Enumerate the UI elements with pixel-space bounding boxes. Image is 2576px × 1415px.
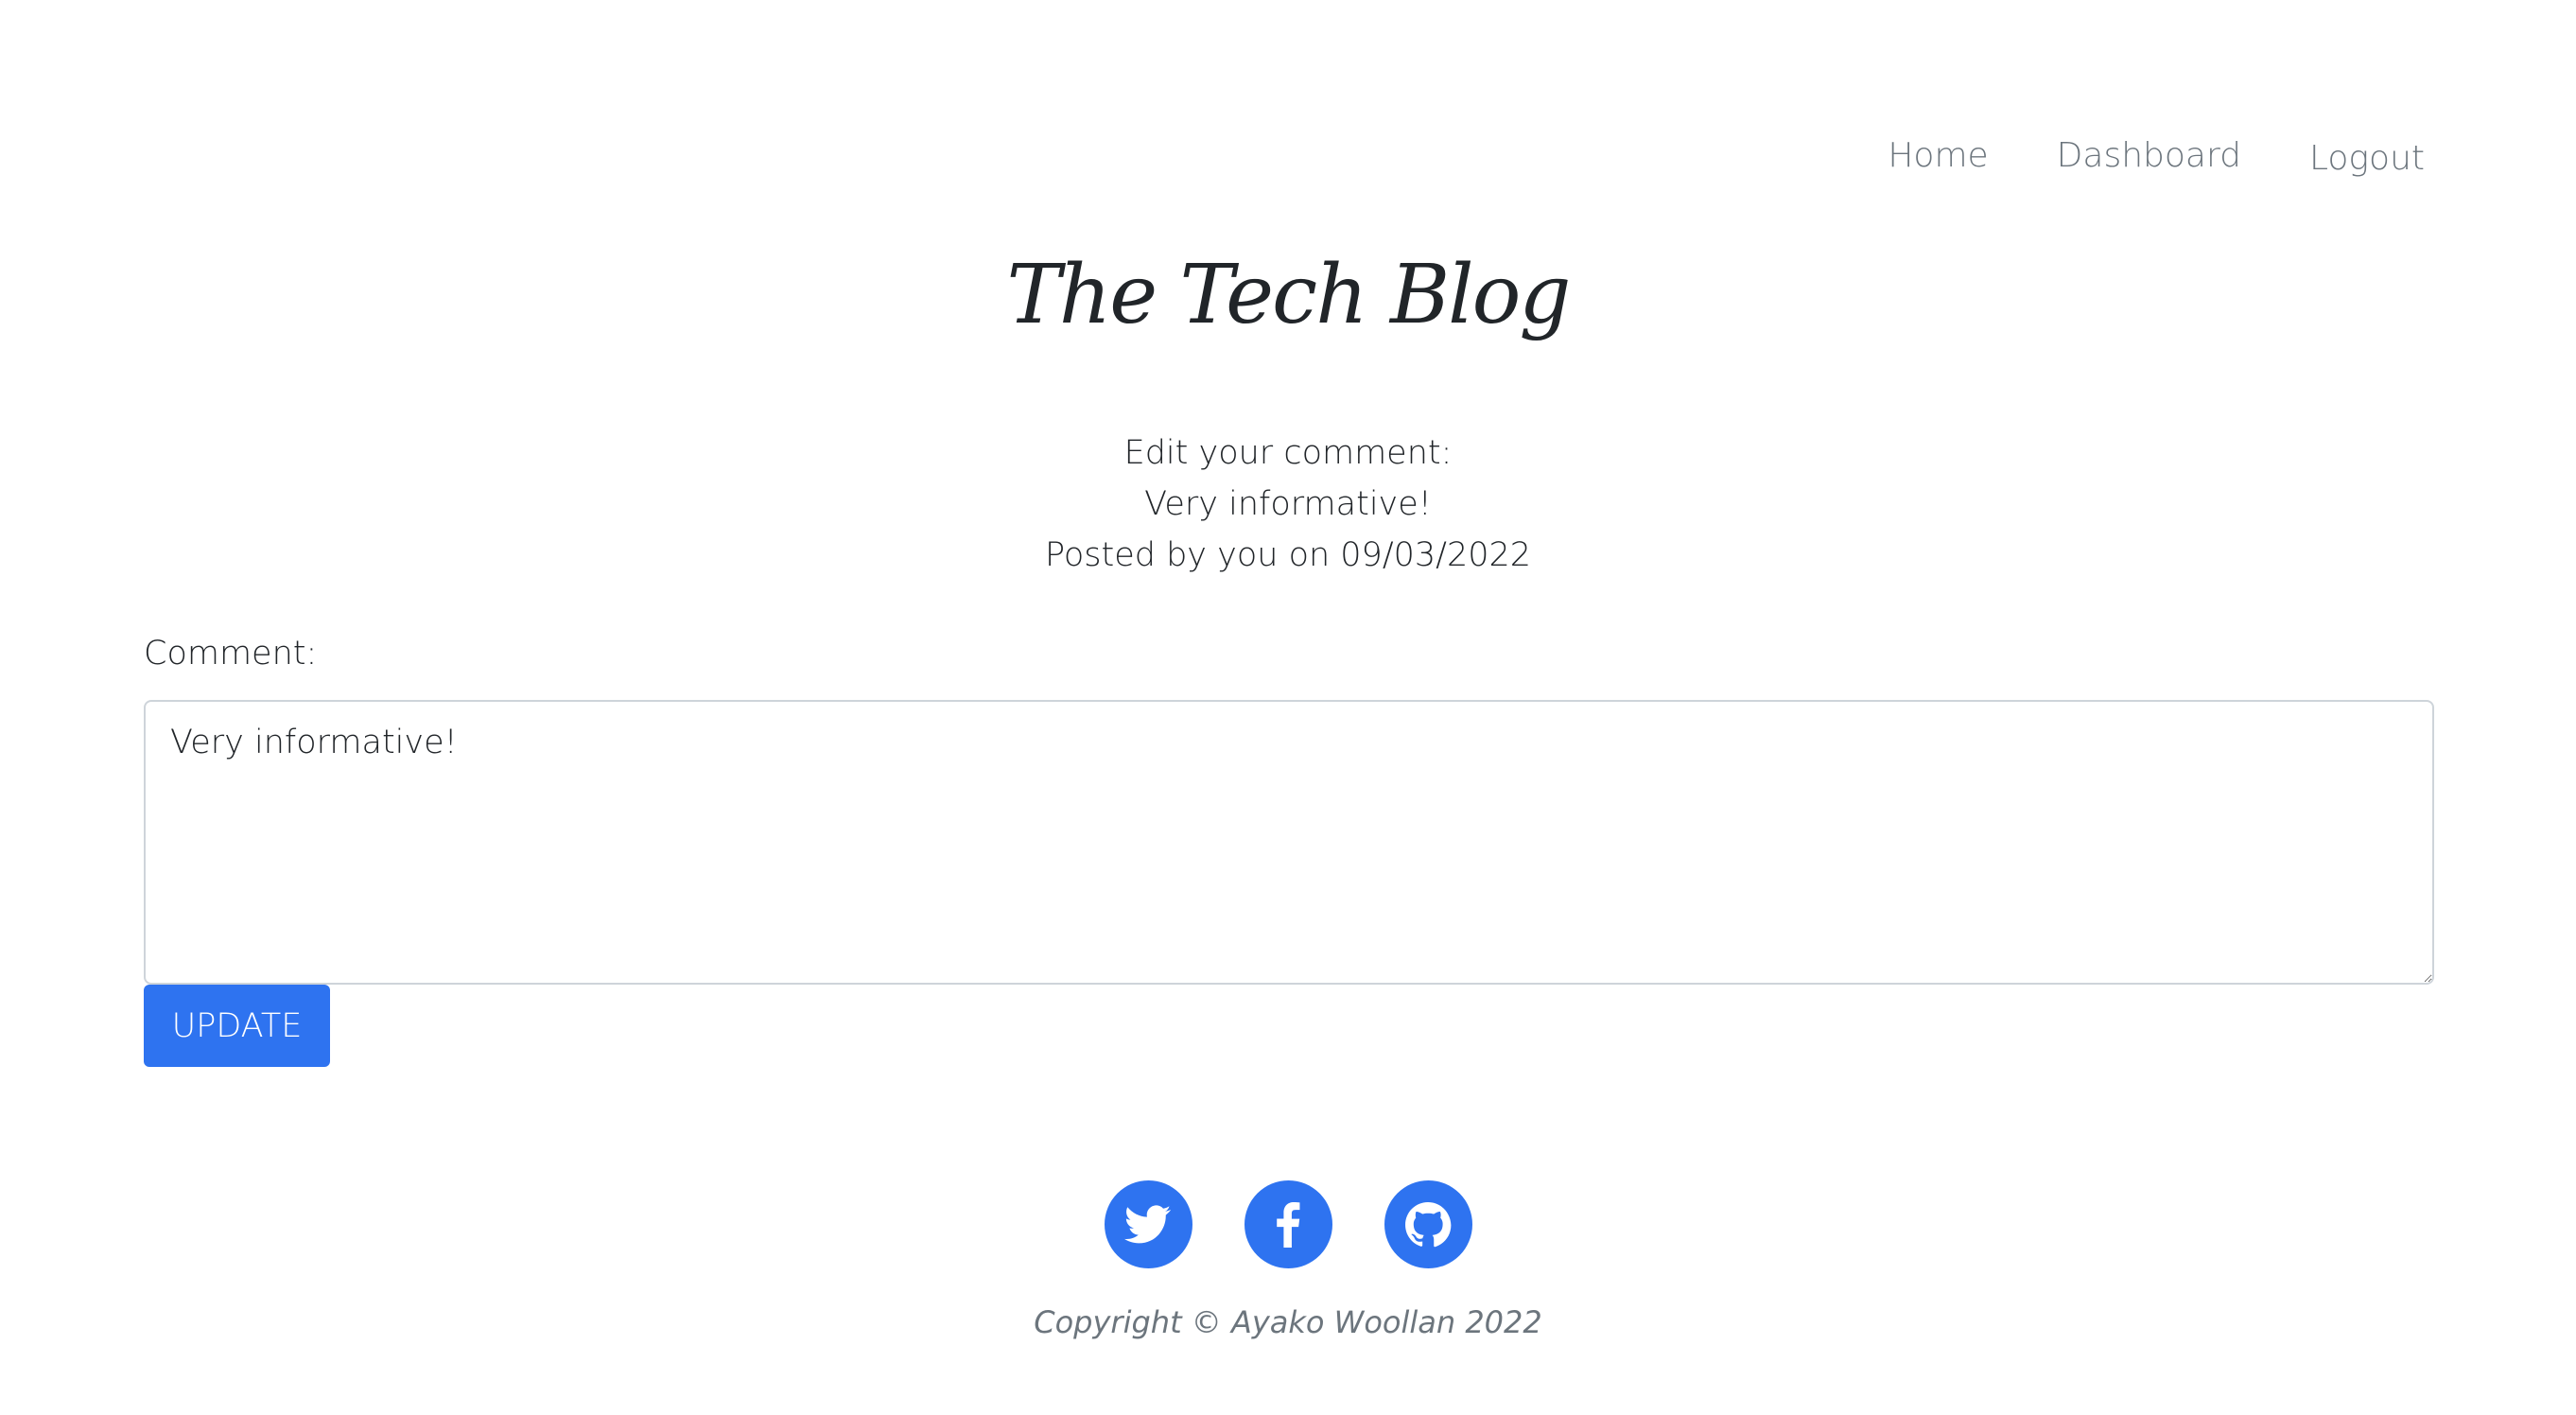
comment-heading: Edit your comment: [1123,434,1453,472]
facebook-icon [1277,1201,1300,1248]
github-icon [1405,1201,1452,1247]
page: Home Dashboard Logout The Tech Blog Edit… [0,0,2576,1415]
copyright-text: Copyright © Ayako Woollan 2022 [1034,1304,1542,1340]
nav-logout-link[interactable]: Logout [2275,135,2425,183]
comment-textarea[interactable] [144,700,2434,985]
comment-posted: Posted by you on 09/03/2022 [1044,536,1532,574]
comment-label: Comment: [144,635,318,673]
update-button[interactable]: UPDATE [144,985,330,1067]
comment-text: Very informative! [1144,485,1432,523]
social-links [0,1180,2576,1268]
github-link[interactable] [1384,1180,1472,1268]
facebook-link[interactable] [1244,1180,1332,1268]
top-nav: Home Dashboard Logout [1854,132,2425,183]
site-title: The Tech Blog [1006,248,1572,342]
twitter-link[interactable] [1104,1180,1192,1268]
nav-dashboard-link[interactable]: Dashboard [2023,132,2275,183]
nav-home-link[interactable]: Home [1854,132,2022,183]
comment-info: Edit your comment: Very informative! Pos… [0,428,2576,581]
twitter-icon [1124,1204,1171,1243]
edit-comment-form: Comment: UPDATE [144,628,2434,1067]
